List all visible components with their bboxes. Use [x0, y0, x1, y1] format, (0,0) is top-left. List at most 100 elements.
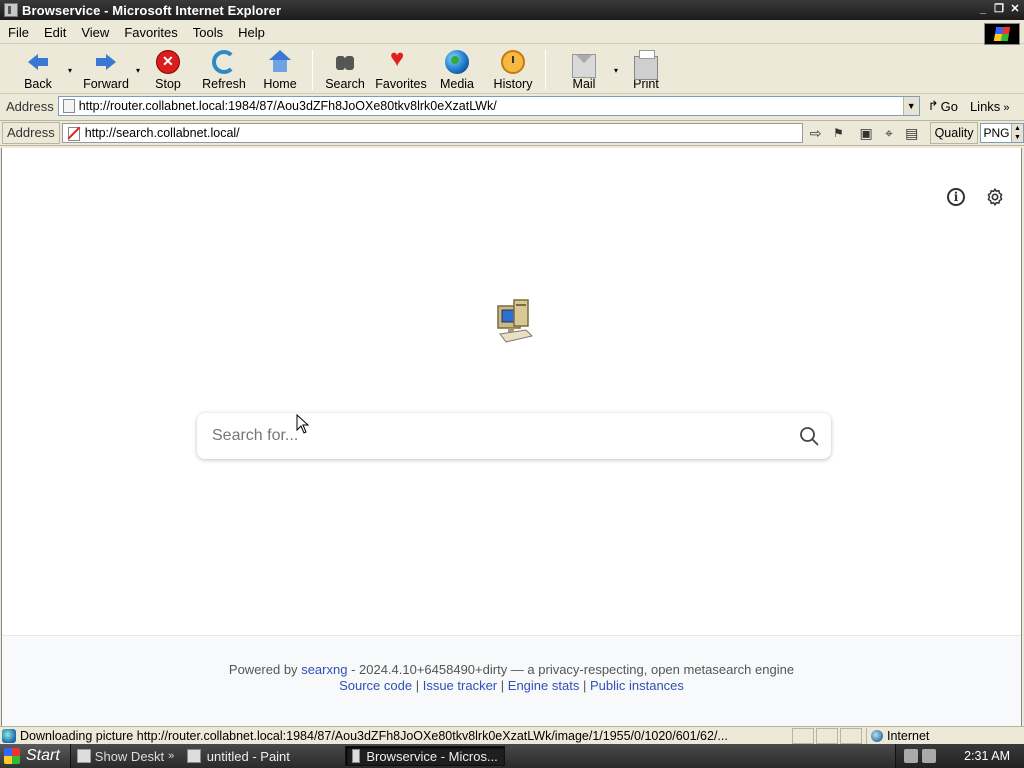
search-button[interactable]: Search: [317, 46, 373, 91]
mouse-cursor-icon: [296, 414, 310, 434]
status-pane: [816, 727, 838, 744]
toolbar-separator: [312, 50, 313, 90]
searxng-link[interactable]: searxng: [301, 662, 347, 677]
powered-by-text: Powered by: [228, 662, 298, 677]
menu-edit[interactable]: Edit: [36, 25, 73, 40]
show-desktop-label[interactable]: Show Deskt: [95, 749, 164, 764]
menu-bar: File Edit View Favorites Tools Help: [0, 22, 1024, 45]
stop-label: Stop: [155, 77, 181, 91]
network-tray-icon[interactable]: [904, 749, 919, 763]
links-chevron-icon: »: [1003, 101, 1010, 114]
page-viewport: i Powered by searxng - 2024.4.10+6458490…: [1, 148, 1022, 726]
menu-tools[interactable]: Tools: [185, 25, 230, 40]
taskbar-item-label: untitled - Paint: [206, 748, 290, 764]
menu-file[interactable]: File: [0, 25, 36, 40]
ie-address-url[interactable]: http://router.collabnet.local:1984/87/Ao…: [79, 99, 497, 113]
source-code-link[interactable]: Source code: [339, 678, 412, 693]
status-text: Downloading picture http://router.collab…: [20, 728, 728, 743]
quality-value: PNG: [983, 126, 1010, 140]
quality-spinner-icon[interactable]: ▲ ▼: [1011, 124, 1023, 142]
address-dropdown-icon[interactable]: ▼: [902, 97, 919, 115]
ie-address-field[interactable]: http://router.collabnet.local:1984/87/Ao…: [57, 96, 920, 116]
links-label: Links: [969, 98, 1001, 114]
volume-tray-icon[interactable]: [922, 749, 937, 763]
taskbar-item-paint[interactable]: untitled - Paint: [181, 746, 341, 766]
computer-logo-icon: [497, 299, 533, 343]
issue-tracker-link[interactable]: Issue tracker: [423, 678, 497, 693]
public-instances-link[interactable]: Public instances: [590, 678, 684, 693]
bookmarks-list-icon[interactable]: ▣: [856, 123, 876, 143]
quick-launch-more-icon[interactable]: »: [168, 750, 174, 762]
search-icon[interactable]: [799, 426, 819, 446]
engine-stats-link[interactable]: Engine stats: [508, 678, 580, 693]
status-page-icon: [2, 728, 16, 743]
title-bar: Browservice - Microsoft Internet Explore…: [0, 0, 1024, 20]
print-button[interactable]: Print: [618, 46, 674, 91]
start-button[interactable]: Start: [0, 744, 71, 768]
insecure-page-icon: [67, 126, 81, 141]
home-button[interactable]: Home: [252, 46, 308, 91]
quality-label: Quality: [929, 122, 979, 144]
media-label: Media: [439, 77, 475, 91]
mail-button[interactable]: Mail ▾: [550, 46, 618, 91]
clock[interactable]: 2:31 AM: [964, 749, 1010, 763]
close-button[interactable]: ✕: [1008, 2, 1022, 16]
quality-select[interactable]: PNG ▲ ▼: [980, 123, 1024, 143]
start-label: Start: [26, 747, 60, 764]
taskbar-item-label: Browservice - Micros...: [366, 748, 498, 764]
settings-gear-icon[interactable]: [985, 187, 1005, 207]
history-button[interactable]: History: [485, 46, 541, 91]
back-button[interactable]: Back ▾: [4, 46, 72, 91]
browservice-toolbar: Address http://search.collabnet.local/ ⇨…: [0, 120, 1024, 146]
stop-button[interactable]: Stop: [140, 46, 196, 91]
favorites-button[interactable]: Favorites: [373, 45, 429, 91]
media-button[interactable]: Media: [429, 46, 485, 91]
forward-button[interactable]: Forward ▾: [72, 46, 140, 91]
minimize-button[interactable]: _: [976, 2, 990, 16]
app-icon: [4, 3, 18, 17]
system-tray: 2:31 AM: [895, 744, 1024, 768]
binoculars-icon: [333, 50, 357, 74]
status-pane: [792, 727, 814, 744]
inner-address-field[interactable]: http://search.collabnet.local/: [61, 123, 803, 143]
menu-favorites[interactable]: Favorites: [116, 25, 184, 40]
globe-media-icon: [445, 50, 469, 74]
taskbar: Start Show Deskt » untitled - Paint Brow…: [0, 744, 1024, 768]
refresh-label: Refresh: [202, 77, 246, 91]
go-button[interactable]: ↱ Go: [928, 98, 958, 114]
taskbar-item-browservice[interactable]: Browservice - Micros...: [344, 746, 505, 766]
internet-zone-icon: [871, 729, 883, 742]
windows-flag-icon: [4, 748, 20, 764]
security-zone: Internet: [866, 727, 929, 744]
back-arrow-icon: [26, 50, 50, 74]
go-arrow-icon: ↱: [927, 98, 939, 113]
refresh-icon: [212, 50, 236, 74]
clock-history-icon: [501, 50, 525, 74]
version-text: - 2024.4.10+6458490+dirty — a privacy-re…: [351, 662, 795, 677]
window-controls: _ ❐ ✕: [976, 2, 1022, 16]
bookmark-icon[interactable]: ⚑: [828, 123, 848, 143]
refresh-button[interactable]: Refresh: [196, 46, 252, 91]
show-desktop-icon[interactable]: [76, 749, 91, 763]
inner-address-url[interactable]: http://search.collabnet.local/: [85, 126, 240, 140]
find-binoculars-icon[interactable]: ⌖: [879, 123, 899, 143]
info-icon[interactable]: i: [947, 188, 965, 206]
search-label: Search: [325, 77, 365, 91]
mail-label: Mail: [572, 77, 596, 91]
envelope-icon: [572, 54, 596, 78]
history-label: History: [493, 77, 533, 91]
quick-launch: Show Deskt »: [71, 749, 177, 764]
links-button[interactable]: Links»: [970, 99, 1009, 114]
forward-dropdown-icon[interactable]: ▾: [136, 66, 140, 75]
clipboard-icon[interactable]: ▤: [902, 123, 922, 143]
mail-dropdown-icon[interactable]: ▾: [614, 66, 618, 75]
back-label: Back: [24, 77, 52, 91]
menu-help[interactable]: Help: [230, 25, 272, 40]
menu-view[interactable]: View: [73, 25, 116, 40]
home-label: Home: [263, 77, 297, 91]
favorites-label: Favorites: [375, 77, 427, 91]
restore-button[interactable]: ❐: [992, 2, 1006, 16]
footer-separator: |: [582, 678, 587, 693]
windows-logo-icon: [984, 23, 1020, 45]
navigate-arrow-icon[interactable]: ⇨: [806, 123, 826, 143]
